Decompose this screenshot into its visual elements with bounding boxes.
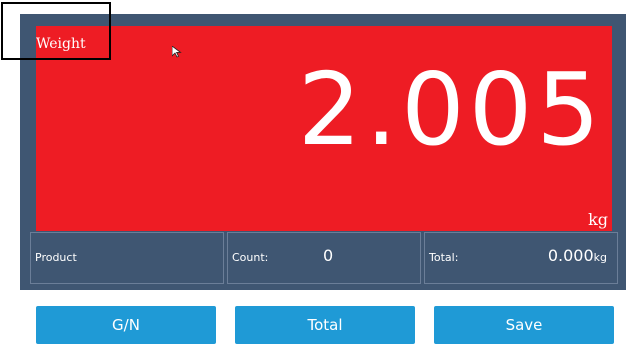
product-label: Product <box>35 251 77 264</box>
weight-value: 2.005 <box>297 51 604 168</box>
gn-button[interactable]: G/N <box>36 306 216 344</box>
total-value-group: 0.000kg <box>548 246 607 265</box>
annotation-box <box>1 2 111 60</box>
weight-display: Weight 2.005 kg <box>36 26 612 231</box>
count-cell: Count: 0 <box>227 232 421 284</box>
count-value: 0 <box>323 246 334 265</box>
product-cell[interactable]: Product <box>30 232 224 284</box>
count-label: Count: <box>232 251 269 264</box>
total-unit: kg <box>593 251 607 264</box>
save-button[interactable]: Save <box>434 306 614 344</box>
total-label: Total: <box>429 251 459 264</box>
weight-unit: kg <box>588 210 608 229</box>
button-row: G/N Total Save <box>36 306 614 344</box>
total-value: 0.000 <box>547 246 594 265</box>
mouse-cursor-icon <box>172 46 182 58</box>
total-cell: Total: 0.000kg <box>424 232 618 284</box>
scale-app: Weight 2.005 kg Product Count: 0 Total: … <box>20 14 626 349</box>
info-row: Product Count: 0 Total: 0.000kg <box>30 232 618 284</box>
total-button[interactable]: Total <box>235 306 415 344</box>
